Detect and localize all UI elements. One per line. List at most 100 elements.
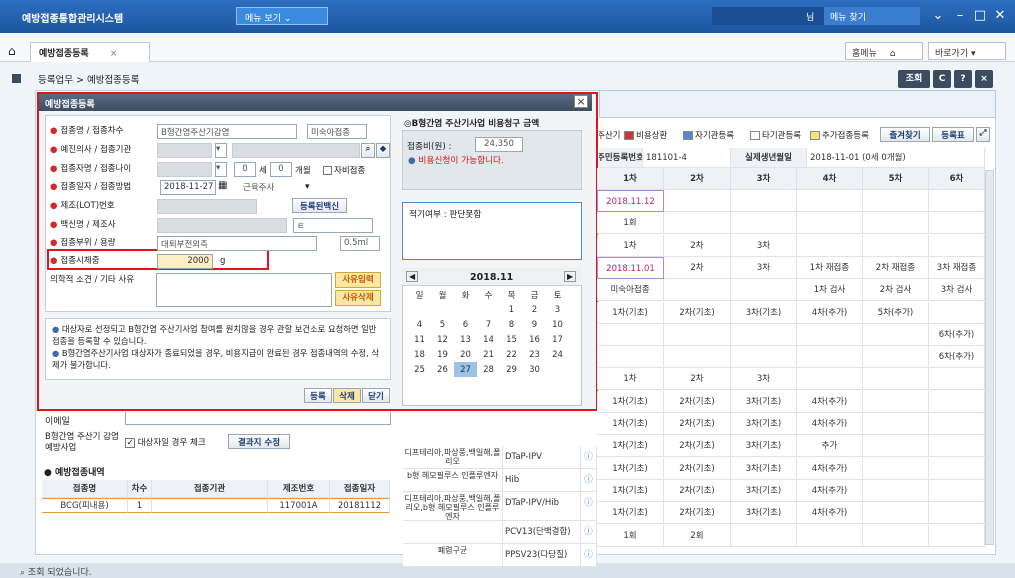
calendar-day[interactable]: 13	[454, 332, 477, 347]
history-cell[interactable]: 117001A	[268, 498, 330, 513]
calendar-day[interactable]: 28	[477, 362, 500, 377]
calendar-day[interactable]: 15	[500, 332, 523, 347]
grid-cell[interactable]	[863, 212, 929, 235]
grid-cell[interactable]	[731, 524, 797, 547]
grid-cell[interactable]: 3차 재접종	[929, 256, 985, 279]
grid-cell[interactable]: 1차(기초)	[597, 301, 664, 324]
grid-cell[interactable]	[797, 234, 863, 257]
menu-view-dropdown[interactable]: 메뉴 보기 ⌄	[236, 7, 328, 25]
refresh-icon[interactable]: C	[933, 70, 951, 88]
info-icon[interactable]: ⓘ	[581, 446, 597, 469]
grid-cell[interactable]: 2차 검사	[863, 279, 929, 302]
grid-cell[interactable]	[929, 435, 985, 458]
grid-cell[interactable]: 4차(추가)	[797, 390, 863, 413]
calendar-day[interactable]: 26	[431, 362, 454, 377]
dose-order-input[interactable]: 미숙아접종	[307, 124, 367, 139]
help-icon[interactable]: ?	[954, 70, 972, 88]
grid-cell[interactable]	[797, 190, 863, 212]
result-edit-button[interactable]: 결과지 수정	[228, 434, 290, 449]
calendar-day[interactable]: 14	[477, 332, 500, 347]
chevron-down-icon[interactable]: ▾	[215, 162, 227, 177]
calendar-day[interactable]: 8	[500, 317, 523, 332]
grid-cell[interactable]	[929, 457, 985, 480]
calendar-day[interactable]: 1	[500, 302, 523, 317]
grid-cell[interactable]: 2차(기초)	[664, 413, 731, 435]
grid-cell[interactable]: 3차	[731, 234, 797, 257]
grid-cell[interactable]: 6차(추가)	[929, 323, 985, 346]
grid-cell[interactable]	[731, 346, 797, 369]
calendar-day[interactable]: 29	[500, 362, 523, 377]
grid-cell[interactable]: 3차	[731, 368, 797, 391]
grid-cell[interactable]	[731, 212, 797, 235]
calendar-day[interactable]: 30	[523, 362, 546, 377]
grid-cell[interactable]	[664, 279, 731, 302]
calendar-day[interactable]: 4	[408, 317, 431, 332]
calendar-day[interactable]: 5	[431, 317, 454, 332]
grid-cell[interactable]: 미숙아접종	[597, 279, 664, 302]
grid-cell[interactable]	[929, 413, 985, 435]
calendar-next-icon[interactable]: ▶	[564, 271, 577, 282]
grid-cell[interactable]	[863, 502, 929, 525]
grid-cell[interactable]: 2차	[664, 234, 731, 257]
grid-cell[interactable]: 2차(기초)	[664, 457, 731, 480]
grid-cell[interactable]: 1차(기초)	[597, 413, 664, 435]
close-page-icon[interactable]: ×	[975, 70, 993, 88]
grid-cell[interactable]: 1차 재접종	[797, 256, 863, 279]
grid-cell[interactable]: 1회	[597, 524, 664, 547]
chevron-down-icon[interactable]: ▾	[215, 143, 227, 158]
patient-name-input[interactable]	[157, 162, 212, 177]
tab-close-icon[interactable]: ×	[110, 49, 118, 59]
grid-cell[interactable]: 3차(기초)	[731, 390, 797, 413]
reason-delete-button[interactable]: 사유삭제	[335, 290, 381, 306]
home-menu-button[interactable]: 홈메뉴 ⌂	[845, 42, 923, 60]
calendar-day[interactable]: 18	[408, 347, 431, 362]
maximize-icon[interactable]: □	[970, 6, 990, 26]
grid-cell[interactable]	[863, 190, 929, 212]
vaccine-name-input[interactable]: B형간염주산기감염	[157, 124, 297, 139]
info-icon[interactable]: ⓘ	[581, 521, 597, 544]
calendar-day[interactable]: 3	[546, 302, 569, 317]
expand-icon[interactable]: ⤢	[976, 127, 990, 142]
grid-cell[interactable]: 4차(추가)	[797, 502, 863, 525]
grid-cell[interactable]	[797, 524, 863, 547]
grid-cell[interactable]	[863, 435, 929, 458]
grid-cell[interactable]	[731, 279, 797, 302]
grid-cell[interactable]	[863, 323, 929, 346]
calendar-prev-icon[interactable]: ◀	[406, 271, 419, 282]
grid-cell[interactable]: 2회	[664, 524, 731, 547]
vaccine-product-input[interactable]	[157, 218, 287, 233]
minimize-icon[interactable]: –	[950, 6, 970, 26]
calendar-day[interactable]: 6	[454, 317, 477, 332]
calendar-day[interactable]: 9	[523, 317, 546, 332]
reason-input-button[interactable]: 사유입력	[335, 272, 381, 288]
grid-cell[interactable]	[731, 190, 797, 212]
grid-cell[interactable]	[597, 346, 664, 369]
grid-cell[interactable]: 1차	[597, 368, 664, 391]
grid-cell[interactable]: 2차(기초)	[664, 390, 731, 413]
grid-cell[interactable]: 1차 검사	[797, 279, 863, 302]
grid-cell[interactable]: 3차(기초)	[731, 435, 797, 458]
manufacturer-input[interactable]: ㅌ	[293, 218, 373, 233]
modal-close-button[interactable]: 닫기	[362, 388, 390, 403]
settings-icon[interactable]: ◆	[376, 143, 390, 158]
grid-cell[interactable]	[863, 457, 929, 480]
grid-cell[interactable]	[929, 301, 985, 324]
grid-cell[interactable]	[929, 368, 985, 391]
calendar-day[interactable]: 21	[477, 347, 500, 362]
grid-cell[interactable]	[797, 323, 863, 346]
grid-cell[interactable]	[664, 346, 731, 369]
register-table-button[interactable]: 등록표	[932, 127, 974, 142]
lot-number-input[interactable]	[157, 199, 257, 214]
grid-cell[interactable]: 3차(기초)	[731, 413, 797, 435]
grid-cell[interactable]	[863, 479, 929, 502]
grid-cell[interactable]: 3차	[731, 256, 797, 279]
grid-cell[interactable]	[863, 346, 929, 369]
calendar-day[interactable]: 20	[454, 347, 477, 362]
grid-cell[interactable]: 1차(기초)	[597, 502, 664, 525]
grid-cell[interactable]: 2차(기초)	[664, 502, 731, 525]
favorites-button[interactable]: 즐겨찾기	[880, 127, 930, 142]
grid-cell[interactable]: 4차(추가)	[797, 457, 863, 480]
medical-opinion-textarea[interactable]	[156, 273, 332, 307]
grid-cell[interactable]: 2018.11.12	[597, 190, 664, 212]
grid-cell[interactable]: 1차(기초)	[597, 457, 664, 480]
